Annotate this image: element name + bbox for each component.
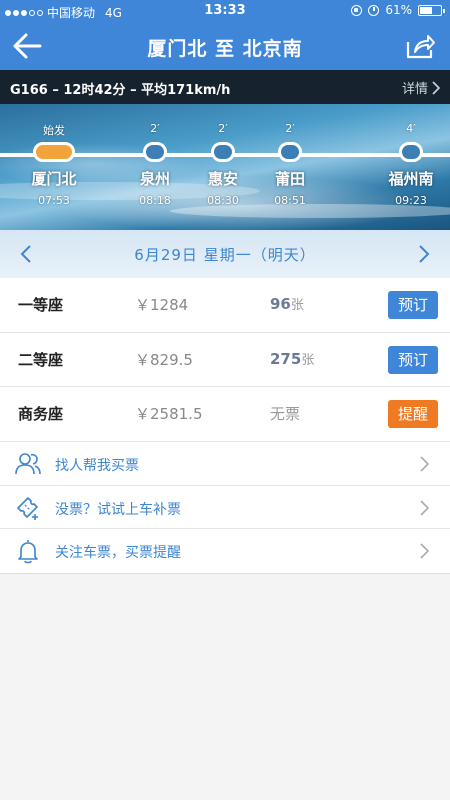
people-icon	[15, 453, 41, 475]
seat-row-business-class: 商务座 ￥2581.5 无票 提醒	[0, 387, 450, 442]
station-time: 09:23	[395, 194, 427, 207]
action-find-helper[interactable]: 找人帮我买票	[0, 442, 450, 486]
ticket-icon	[17, 496, 38, 520]
station-node	[399, 142, 423, 162]
chevron-right-icon	[420, 499, 430, 516]
navigation-bar: 厦门北 至 北京南	[0, 22, 450, 70]
bell-icon	[18, 540, 38, 564]
action-list: 找人帮我买票 没票？试试上车补票 关注车票，买票提醒	[0, 442, 450, 574]
detail-link[interactable]: 详情	[402, 78, 440, 97]
station-node	[143, 142, 167, 162]
seat-type: 二等座	[18, 350, 64, 369]
stop-duration: 4′	[406, 122, 416, 135]
selected-date[interactable]: 6月29日 星期一（明天）	[0, 244, 450, 265]
chevron-right-icon	[420, 543, 430, 559]
station-node	[278, 142, 302, 162]
seat-row-second-class: 二等座 ￥829.5 275张 预订	[0, 333, 450, 387]
seat-list: 一等座 ￥1284 96张 预订 二等座 ￥829.5 275张 预订 商务座 …	[0, 278, 450, 442]
action-onboard-ticket[interactable]: 没票？试试上车补票	[0, 486, 450, 529]
page-title: 厦门北 至 北京南	[147, 38, 303, 60]
alarm-icon	[368, 4, 380, 16]
book-button[interactable]: 预订	[388, 345, 438, 374]
seat-price: ￥1284	[135, 296, 189, 314]
chevron-right-icon	[432, 80, 440, 95]
seat-type: 商务座	[18, 405, 64, 423]
seat-availability: 96张	[270, 294, 304, 313]
stop-duration: 始发	[43, 124, 65, 137]
station-4: 4′ 福州南 09:23	[366, 122, 450, 207]
seat-count-unit: 张	[290, 298, 304, 313]
book-button[interactable]: 预订	[388, 291, 438, 319]
action-ticket-alert[interactable]: 关注车票，买票提醒	[0, 529, 450, 573]
station-0: 始发 厦门北 07:53	[9, 122, 99, 207]
status-right-group: 61%	[351, 3, 445, 17]
orientation-lock-icon	[351, 4, 363, 16]
seat-count-value: 275	[270, 349, 302, 368]
seat-count-value: 无票	[270, 405, 301, 423]
seat-count-value: 96	[270, 295, 291, 313]
train-info-bar: G166 – 12时42分 – 平均171km/h 详情	[0, 70, 450, 104]
station-node-start	[33, 142, 75, 162]
station-3: 2′ 莆田 08:51	[245, 122, 335, 207]
battery-icon	[418, 4, 445, 16]
action-label: 找人帮我买票	[55, 458, 139, 474]
stop-duration: 2′	[285, 122, 295, 135]
seat-type: 一等座	[18, 296, 64, 314]
seat-price: ￥2581.5	[135, 405, 203, 423]
next-day-arrow-icon[interactable]	[412, 242, 436, 266]
station-time: 08:51	[274, 194, 306, 207]
app-header: 中国移动 4G 13:33 61% 厦门北 至 北京南	[0, 0, 450, 70]
action-label: 关注车票，买票提醒	[55, 545, 181, 561]
station-time: 07:53	[38, 194, 70, 207]
seat-count-unit: 张	[301, 352, 315, 368]
station-name: 莆田	[274, 170, 305, 188]
seat-availability: 275张	[270, 349, 314, 368]
share-icon[interactable]	[404, 30, 436, 62]
chevron-right-icon	[420, 456, 430, 472]
action-label: 没票？试试上车补票	[55, 501, 181, 518]
date-selector: 6月29日 星期一（明天）	[0, 230, 450, 278]
station-name: 福州南	[388, 170, 434, 188]
detail-label: 详情	[401, 82, 428, 97]
remind-button[interactable]: 提醒	[388, 400, 438, 428]
seat-price: ￥829.5	[135, 350, 193, 369]
station-node	[211, 142, 235, 162]
battery-percent: 61%	[385, 3, 412, 17]
station-name: 厦门北	[31, 170, 77, 188]
seat-availability: 无票	[270, 403, 300, 424]
seat-row-first-class: 一等座 ￥1284 96张 预订	[0, 278, 450, 333]
train-summary: G166 – 12时42分 – 平均171km/h	[10, 83, 231, 98]
route-timeline[interactable]: 始发 厦门北 07:53 2′ 泉州 08:18 2′ 惠安 08:30 2′ …	[0, 104, 450, 230]
status-bar: 中国移动 4G 13:33 61%	[0, 0, 450, 22]
